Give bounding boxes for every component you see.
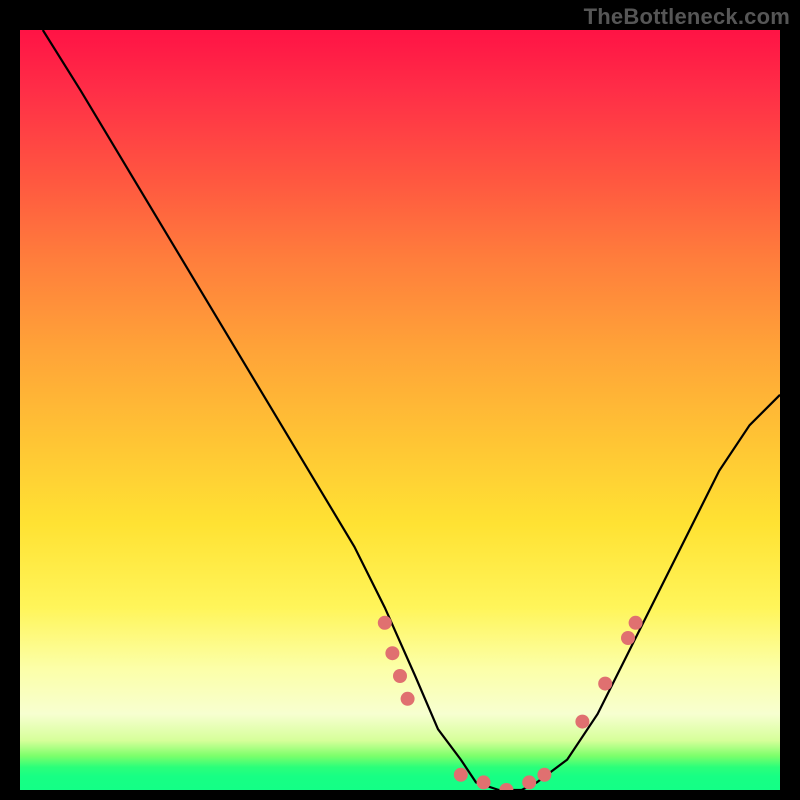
attribution-text: TheBottleneck.com xyxy=(584,4,790,30)
data-marker xyxy=(522,775,536,789)
data-marker xyxy=(537,768,551,782)
data-marker xyxy=(621,631,635,645)
data-marker xyxy=(499,783,513,790)
data-marker xyxy=(454,768,468,782)
data-marker xyxy=(378,616,392,630)
data-marker xyxy=(385,646,399,660)
chart-frame: TheBottleneck.com xyxy=(0,0,800,800)
data-marker xyxy=(393,669,407,683)
data-marker xyxy=(477,775,491,789)
bottleneck-curve xyxy=(43,30,780,790)
plot-area xyxy=(20,30,780,790)
data-marker xyxy=(401,692,415,706)
curve-svg xyxy=(20,30,780,790)
data-marker xyxy=(629,616,643,630)
data-marker xyxy=(598,677,612,691)
data-marker xyxy=(575,715,589,729)
